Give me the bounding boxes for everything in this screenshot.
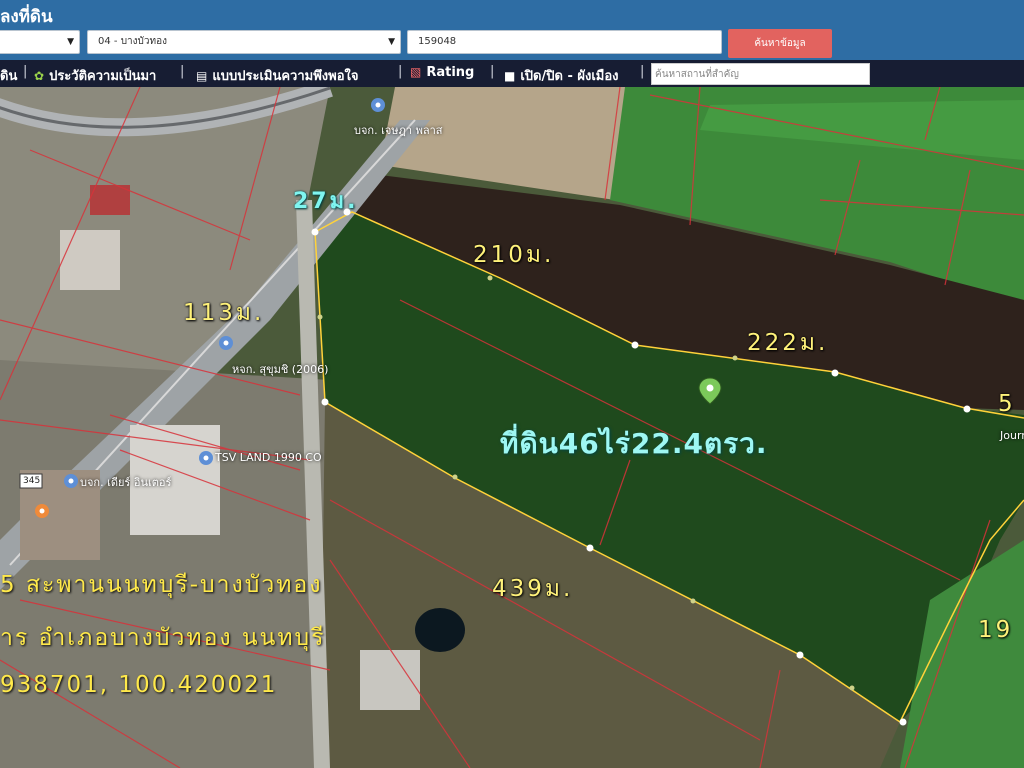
dimension-label: 27ม. bbox=[293, 189, 359, 214]
road-badge: 345 bbox=[23, 476, 41, 486]
toolbar-item-rating-label: Rating bbox=[426, 65, 475, 80]
building-block bbox=[60, 230, 120, 290]
toolbar-separator: | bbox=[23, 64, 28, 79]
dimension-label: 5 bbox=[998, 391, 1016, 417]
address-line-1: 5 สะพานนนทบุรี-บางบัวทอง bbox=[0, 572, 323, 598]
chevron-down-icon: ▼ bbox=[388, 37, 395, 47]
building-roof bbox=[90, 185, 130, 215]
toolbar-item-rating[interactable]: ▧ Rating bbox=[410, 65, 474, 80]
satellite-map[interactable]: 27ม. 210ม. 113ม. 222ม. 5 439ม. 19 ที่ดิน… bbox=[0, 87, 1024, 768]
toolbar-item-zoning-label: เปิด/ปิด - ผังเมือง bbox=[520, 69, 619, 84]
toolbar-item-zoning-toggle[interactable]: ■ เปิด/ปิด - ผังเมือง bbox=[504, 65, 619, 86]
page-title: ลงที่ดิน bbox=[0, 7, 53, 27]
document-icon: ▤ bbox=[196, 69, 208, 83]
land-area-label: ที่ดิน46ไร่22.4ตรว. bbox=[500, 427, 768, 460]
district-select[interactable]: 04 - บางบัวทอง ▼ bbox=[87, 30, 401, 54]
province-select[interactable]: ▼ bbox=[0, 30, 80, 54]
chevron-down-icon: ▼ bbox=[67, 37, 74, 47]
chart-icon: ▧ bbox=[410, 65, 422, 79]
pond bbox=[415, 608, 465, 652]
dimension-label: 210ม. bbox=[473, 242, 555, 268]
toolbar-item-land[interactable]: ดิน bbox=[0, 65, 17, 86]
poi-label: TSV LAND 1990 CO bbox=[215, 451, 322, 464]
place-search-input[interactable]: ค้นหาสถานที่สำคัญ bbox=[651, 63, 870, 85]
poi-label: Journey bbox=[1000, 429, 1024, 442]
toolbar-separator: | bbox=[180, 64, 185, 79]
poi-pin-icon bbox=[219, 336, 233, 350]
poi-label: บจก. เจษฎา พลาส bbox=[354, 124, 443, 137]
toolbar-item-survey-label: แบบประเมินความพึงพอใจ bbox=[212, 69, 359, 84]
search-button[interactable]: ค้นหาข้อมูล bbox=[728, 29, 832, 58]
dimension-label: 19 bbox=[978, 617, 1014, 643]
dimension-label: 439ม. bbox=[492, 576, 574, 602]
parcel-number-value: 159048 bbox=[418, 36, 457, 47]
sprout-icon: ✿ bbox=[34, 69, 45, 83]
poi-label: บจก. เดียร์ อินเตอร์ bbox=[80, 476, 172, 489]
parcel-number-input[interactable]: 159048 bbox=[407, 30, 722, 54]
toolbar-item-history[interactable]: ✿ ประวัติความเป็นมา bbox=[34, 65, 156, 86]
poi-pin-icon bbox=[199, 451, 213, 465]
coordinates-label: 938701, 100.420021 bbox=[0, 672, 278, 698]
toolbar-separator: | bbox=[398, 64, 403, 79]
square-icon: ■ bbox=[504, 69, 516, 83]
poi-pin-icon bbox=[371, 98, 385, 112]
top-header: ลงที่ดิน ▼ 04 - บางบัวทอง ▼ 159048 ค้นหา… bbox=[0, 0, 1024, 60]
dimension-label: 222ม. bbox=[747, 330, 829, 356]
poi-label: หจก. สุขุมชิ (2006) bbox=[232, 363, 329, 376]
toolbar-separator: | bbox=[640, 64, 645, 79]
toolbar-separator: | bbox=[490, 64, 495, 79]
toolbar-item-history-label: ประวัติความเป็นมา bbox=[49, 69, 157, 84]
district-select-value: 04 - บางบัวทอง bbox=[98, 36, 167, 47]
poi-pin-icon bbox=[64, 474, 78, 488]
toolbar: ดิน | ✿ ประวัติความเป็นมา | ▤ แบบประเมินคว… bbox=[0, 60, 1024, 87]
address-line-2: าร อำเภอบางบัวทอง นนทบุรี bbox=[0, 625, 326, 651]
dimension-label: 113ม. bbox=[183, 300, 265, 326]
toolbar-item-survey[interactable]: ▤ แบบประเมินความพึงพอใจ bbox=[196, 65, 358, 86]
poi-pin-icon bbox=[35, 504, 49, 518]
